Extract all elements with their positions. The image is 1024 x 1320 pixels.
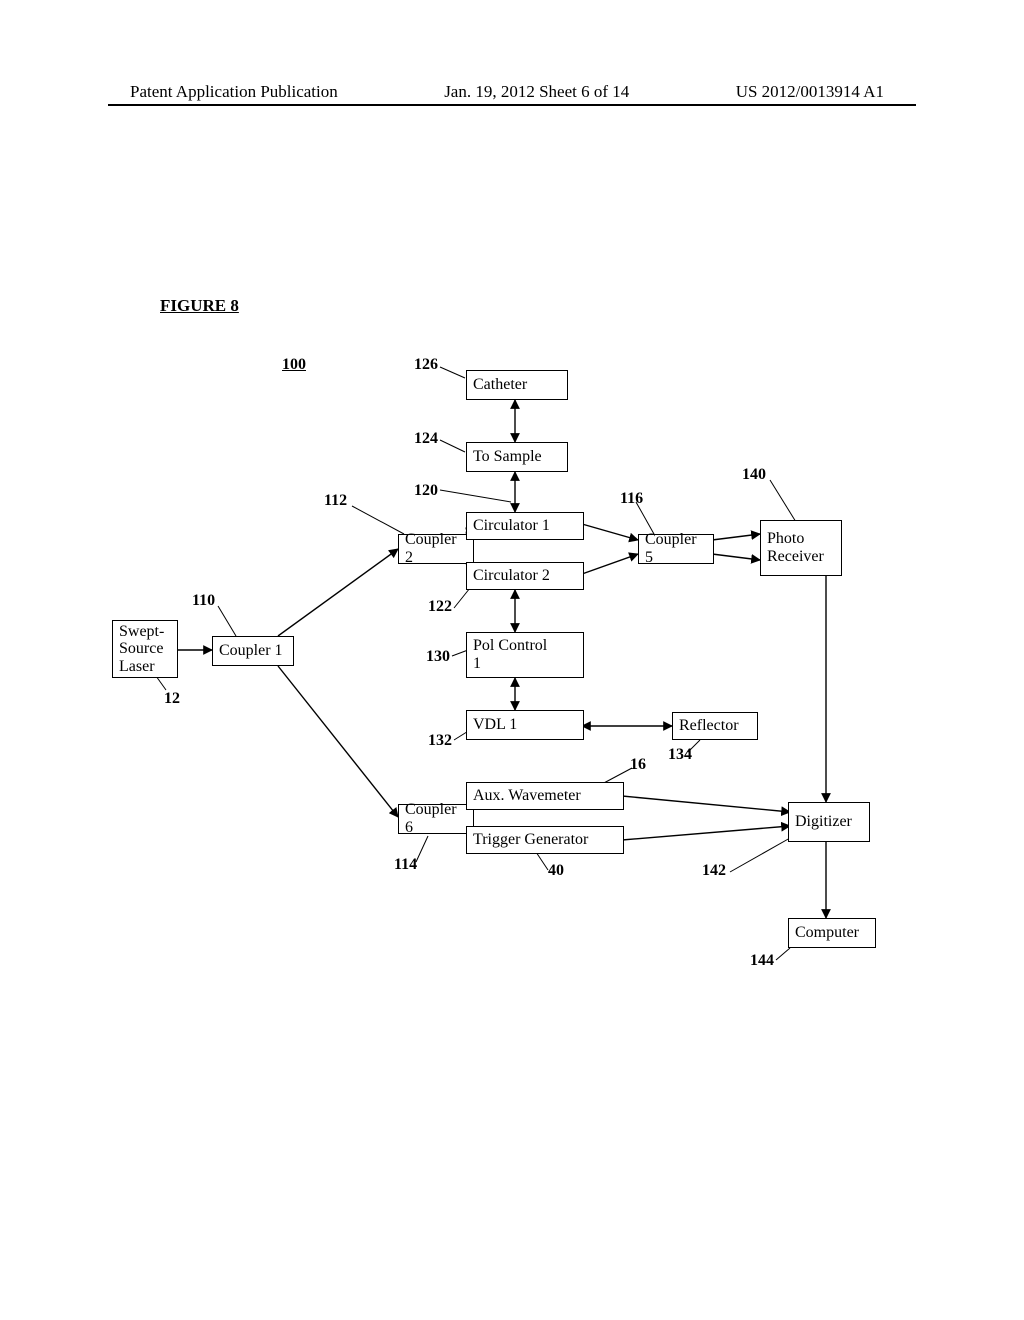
box-catheter: Catheter xyxy=(466,370,568,400)
ref-126: 126 xyxy=(414,356,438,374)
box-coupler2: Coupler 2 xyxy=(398,534,474,564)
ref-12: 12 xyxy=(164,690,180,708)
ref-130: 130 xyxy=(426,648,450,666)
box-vdl1: VDL 1 xyxy=(466,710,584,740)
ref-122: 122 xyxy=(428,598,452,616)
ref-120: 120 xyxy=(414,482,438,500)
box-coupler5: Coupler 5 xyxy=(638,534,714,564)
ref-116: 116 xyxy=(620,490,643,508)
box-reflector: Reflector xyxy=(672,712,758,740)
ref-142: 142 xyxy=(702,862,726,880)
ref-124: 124 xyxy=(414,430,438,448)
box-coupler1: Coupler 1 xyxy=(212,636,294,666)
box-circ2: Circulator 2 xyxy=(466,562,584,590)
ref-144: 144 xyxy=(750,952,774,970)
ref-140: 140 xyxy=(742,466,766,484)
ref-134: 134 xyxy=(668,746,692,764)
box-auxwavemeter: Aux. Wavemeter xyxy=(466,782,624,810)
ref-100: 100 xyxy=(282,356,306,374)
box-digitizer: Digitizer xyxy=(788,802,870,842)
ref-132: 132 xyxy=(428,732,452,750)
ref-112: 112 xyxy=(324,492,347,510)
ref-114: 114 xyxy=(394,856,417,874)
box-photoreceiver: Photo Receiver xyxy=(760,520,842,576)
box-circ1: Circulator 1 xyxy=(466,512,584,540)
ref-40: 40 xyxy=(548,862,564,880)
box-laser: Swept- Source Laser xyxy=(112,620,178,678)
ref-16: 16 xyxy=(630,756,646,774)
box-polcontrol1: Pol Control 1 xyxy=(466,632,584,678)
ref-110: 110 xyxy=(192,592,215,610)
box-triggergen: Trigger Generator xyxy=(466,826,624,854)
box-computer: Computer xyxy=(788,918,876,948)
box-tosample: To Sample xyxy=(466,442,568,472)
box-coupler6: Coupler 6 xyxy=(398,804,474,834)
